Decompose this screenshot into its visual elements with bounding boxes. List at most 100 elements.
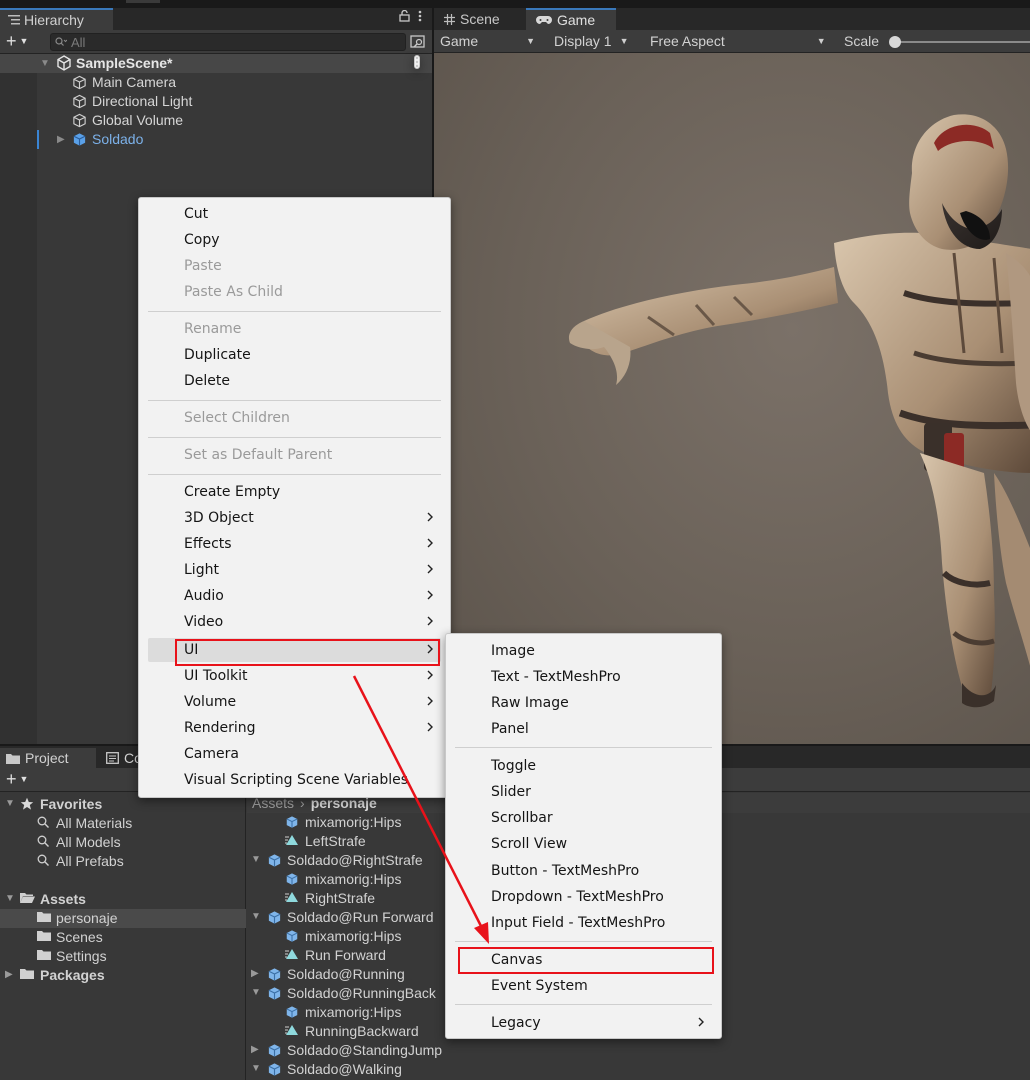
animation-clip-icon — [285, 1024, 299, 1036]
submenu-item-panel[interactable]: Panel — [455, 717, 712, 741]
expand-arrow-icon[interactable]: ▼ — [40, 58, 50, 69]
submenu-item-scrollbar[interactable]: Scrollbar — [455, 806, 712, 830]
aspect-label: Free Aspect — [650, 33, 725, 49]
folder-icon — [20, 968, 34, 979]
menu-item-video[interactable]: Video — [148, 610, 441, 634]
submenu-item-image[interactable]: Image — [455, 639, 712, 663]
submenu-item-event-system[interactable]: Event System — [455, 974, 712, 998]
tree-item[interactable]: All Models — [0, 833, 246, 852]
editor-top-strip — [0, 0, 1030, 8]
hierarchy-item-label: Directional Light — [92, 93, 193, 109]
submenu-item-input-field-textmeshpro[interactable]: Input Field - TextMeshPro — [455, 911, 712, 935]
file-row[interactable]: ▶ Soldado@StandingJump — [247, 1041, 1030, 1060]
submenu-item-label: Button - TextMeshPro — [491, 863, 640, 879]
cube-icon — [72, 75, 87, 90]
menu-item-duplicate[interactable]: Duplicate — [148, 343, 441, 367]
menu-item-volume[interactable]: Volume — [148, 690, 441, 714]
submenu-item-legacy[interactable]: Legacy — [455, 1011, 712, 1035]
search-icon — [37, 854, 50, 867]
menu-item-create-empty[interactable]: Create Empty — [148, 480, 441, 504]
menu-item-ui-toolkit[interactable]: UI Toolkit — [148, 664, 441, 688]
menu-separator — [148, 400, 441, 401]
tab-hierarchy[interactable]: Hierarchy — [0, 8, 113, 30]
game-mode-dropdown[interactable]: Game ▼ — [440, 33, 535, 49]
hierarchy-item[interactable]: Main Camera — [0, 73, 432, 92]
menu-item-label: Audio — [184, 588, 224, 604]
lock-icon[interactable] — [399, 10, 410, 22]
menu-item-label: Light — [184, 562, 219, 578]
tree-item[interactable]: All Materials — [0, 814, 246, 833]
menu-item-label: Delete — [184, 373, 230, 389]
expand-arrow-icon[interactable]: ▼ — [251, 1063, 261, 1074]
submenu-item-dropdown-textmeshpro[interactable]: Dropdown - TextMeshPro — [455, 885, 712, 909]
menu-separator — [148, 437, 441, 438]
tree-item[interactable]: Scenes — [0, 928, 246, 947]
scale-slider-handle[interactable] — [889, 36, 901, 48]
star-icon — [20, 797, 34, 811]
expand-arrow-icon[interactable]: ▼ — [5, 893, 15, 904]
view-tab-bar: Scene Game — [434, 8, 1030, 30]
submenu-item-label: Slider — [491, 784, 531, 800]
menu-item-delete[interactable]: Delete — [148, 369, 441, 393]
expand-arrow-icon[interactable]: ▶ — [251, 968, 259, 979]
submenu-item-button-textmeshpro[interactable]: Button - TextMeshPro — [455, 859, 712, 883]
kebab-menu-icon[interactable] — [418, 10, 422, 22]
expand-arrow-icon[interactable]: ▼ — [251, 987, 261, 998]
submenu-item-text-textmeshpro[interactable]: Text - TextMeshPro — [455, 665, 712, 689]
hierarchy-item-prefab[interactable]: ▶ Soldado — [0, 130, 432, 149]
scene-search-icon[interactable] — [410, 34, 426, 50]
expand-arrow-icon[interactable]: ▶ — [57, 134, 65, 145]
menu-item-rendering[interactable]: Rendering — [148, 716, 441, 740]
plus-icon: + — [6, 31, 17, 51]
menu-item-copy[interactable]: Copy — [148, 228, 441, 252]
menu-item-light[interactable]: Light — [148, 558, 441, 582]
aspect-dropdown[interactable]: Free Aspect ▼ — [650, 33, 826, 49]
menu-item-label: Rename — [184, 321, 242, 337]
chevron-down-icon: ▼ — [526, 36, 536, 46]
hierarchy-search[interactable] — [50, 33, 406, 51]
menu-item-cut[interactable]: Cut — [148, 202, 441, 226]
menu-separator — [148, 311, 441, 312]
submenu-item-toggle[interactable]: Toggle — [455, 754, 712, 778]
tree-item-selected[interactable]: personaje — [0, 909, 246, 928]
menu-item-3d-object[interactable]: 3D Object — [148, 506, 441, 530]
search-input[interactable] — [71, 34, 371, 50]
create-button[interactable]: + ▼ — [6, 32, 28, 50]
menu-item-audio[interactable]: Audio — [148, 584, 441, 608]
tree-packages[interactable]: ▶ Packages — [0, 966, 246, 985]
submenu-item-raw-image[interactable]: Raw Image — [455, 691, 712, 715]
expand-arrow-icon[interactable]: ▼ — [5, 798, 15, 809]
expand-arrow-icon[interactable]: ▼ — [251, 854, 261, 865]
expand-arrow-icon[interactable]: ▶ — [251, 1044, 259, 1055]
tree-assets-label: Assets — [40, 891, 86, 907]
project-create-button[interactable]: + ▼ — [6, 770, 28, 788]
chevron-right-icon — [425, 720, 435, 734]
expand-arrow-icon[interactable]: ▼ — [251, 911, 261, 922]
chevron-right-icon — [425, 588, 435, 602]
hierarchy-item[interactable]: Global Volume — [0, 111, 432, 130]
expand-arrow-icon[interactable]: ▶ — [5, 969, 13, 980]
search-icon — [55, 37, 67, 47]
submenu-item-slider[interactable]: Slider — [455, 780, 712, 804]
file-row[interactable]: ▼ Soldado@Walking — [247, 1060, 1030, 1079]
tree-assets[interactable]: ▼ Assets — [0, 890, 246, 909]
tab-project[interactable]: Project — [0, 748, 96, 768]
tree-item[interactable]: All Prefabs — [0, 852, 246, 871]
file-label: RightStrafe — [305, 890, 376, 906]
tab-game[interactable]: Game — [526, 8, 616, 30]
tab-scene[interactable]: Scene — [434, 8, 524, 30]
menu-item-camera[interactable]: Camera — [148, 742, 441, 766]
scene-row[interactable]: ▼ SampleScene* — [0, 54, 432, 73]
tree-favorites-label: Favorites — [40, 796, 103, 812]
scene-menu-icon[interactable] — [414, 55, 420, 69]
scale-slider-track[interactable] — [896, 41, 1030, 43]
tree-packages-label: Packages — [40, 967, 105, 983]
submenu-item-scroll-view[interactable]: Scroll View — [455, 832, 712, 856]
menu-item-visual-scripting-scene-variables[interactable]: Visual Scripting Scene Variables — [148, 768, 441, 792]
menu-item-label: Cut — [184, 206, 209, 222]
open-folder-icon — [20, 892, 35, 904]
display-dropdown[interactable]: Display 1 ▼ — [554, 33, 629, 49]
hierarchy-item[interactable]: Directional Light — [0, 92, 432, 111]
menu-item-effects[interactable]: Effects — [148, 532, 441, 556]
tree-item[interactable]: Settings — [0, 947, 246, 966]
